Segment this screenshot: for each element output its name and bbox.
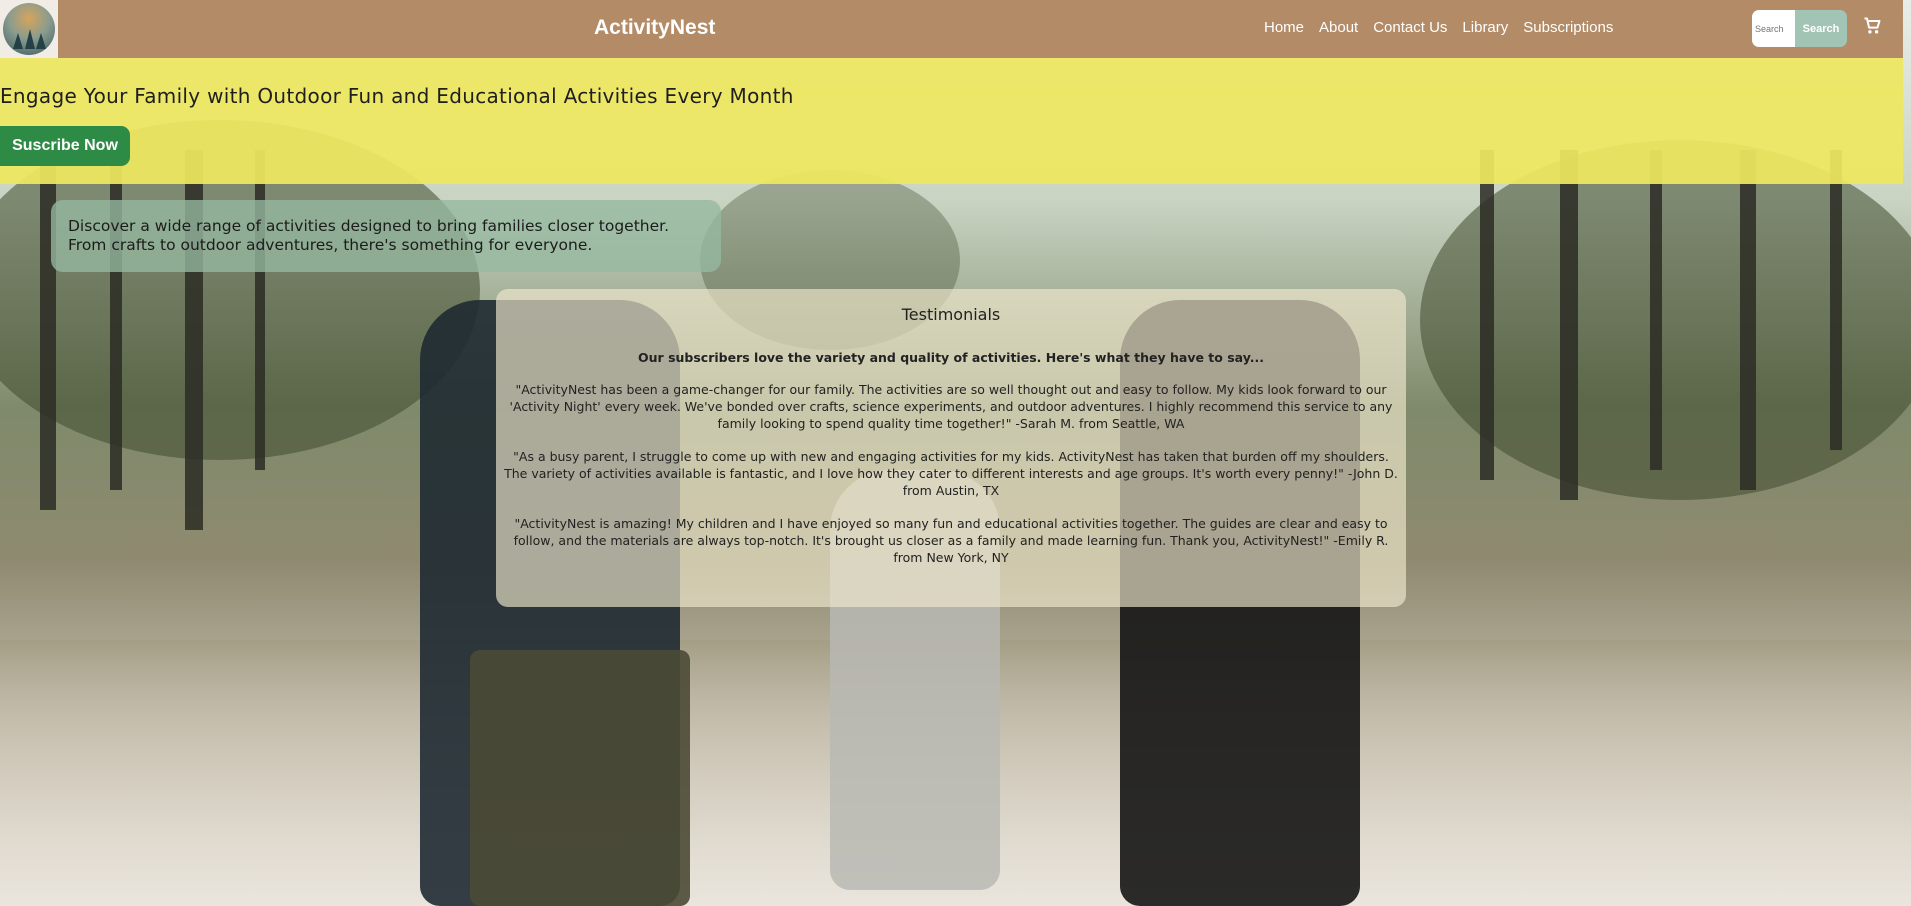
- testimonial-quote: "As a busy parent, I struggle to come up…: [504, 449, 1398, 498]
- nav-subscriptions[interactable]: Subscriptions: [1523, 19, 1613, 36]
- nav-about[interactable]: About: [1319, 19, 1358, 36]
- logo-mountain-icon: [3, 3, 55, 55]
- intro-line-2: From crafts to outdoor adventures, there…: [68, 236, 593, 254]
- nav-library[interactable]: Library: [1462, 19, 1508, 36]
- testimonial-quote: "ActivityNest is amazing! My children an…: [513, 516, 1389, 565]
- nav-contact-us[interactable]: Contact Us: [1373, 19, 1447, 36]
- main-nav: Home About Contact Us Library Subscripti…: [1264, 19, 1628, 36]
- testimonial-quote: "ActivityNest has been a game-changer fo…: [509, 382, 1393, 431]
- hero-title: Engage Your Family with Outdoor Fun and …: [0, 84, 794, 108]
- logo[interactable]: [0, 0, 58, 58]
- intro-card: Discover a wide range of activities desi…: [51, 200, 721, 272]
- nav-home[interactable]: Home: [1264, 19, 1304, 36]
- site-header: ActivityNest Home About Contact Us Libra…: [0, 0, 1903, 58]
- search-button[interactable]: Search: [1795, 10, 1847, 47]
- subscribe-now-button[interactable]: Suscribe Now: [0, 126, 130, 166]
- shopping-cart-icon[interactable]: [1862, 16, 1882, 36]
- brand-name[interactable]: ActivityNest: [594, 16, 715, 40]
- testimonials-panel: Testimonials Our subscribers love the va…: [496, 289, 1406, 607]
- testimonials-title: Testimonials: [901, 305, 1001, 324]
- intro-line-1: Discover a wide range of activities desi…: [68, 217, 670, 235]
- hero-banner: Engage Your Family with Outdoor Fun and …: [0, 58, 1903, 184]
- testimonials-lead: Our subscribers love the variety and qua…: [638, 350, 1264, 365]
- search-input[interactable]: [1752, 10, 1795, 47]
